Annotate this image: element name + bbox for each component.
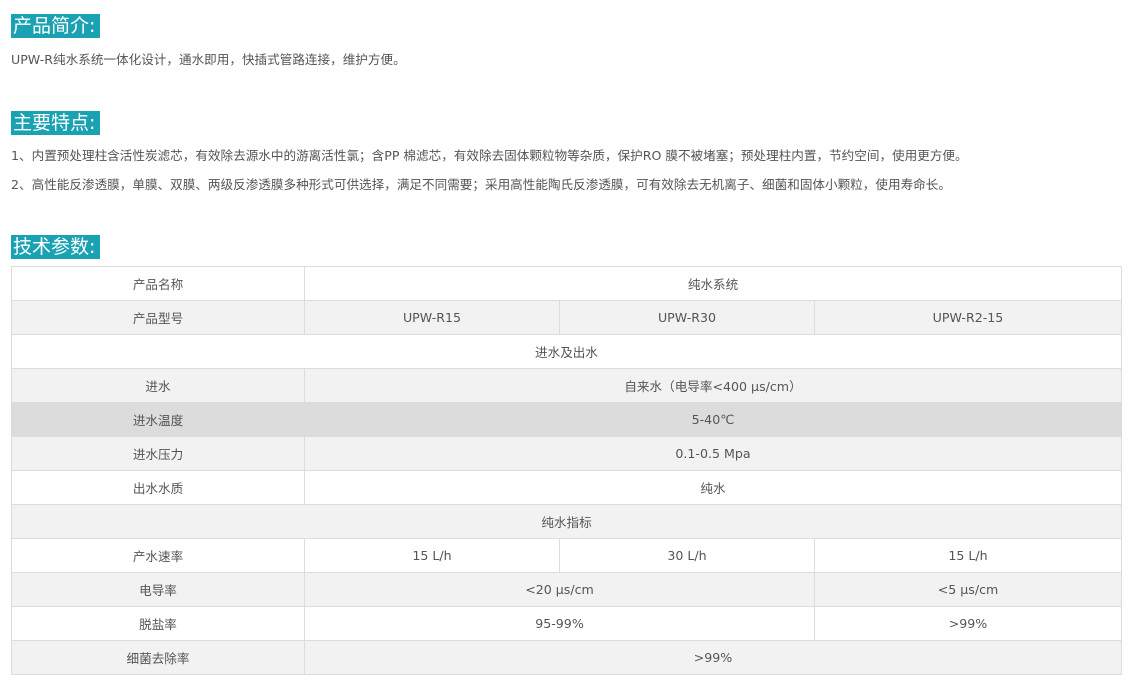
flow-rate-r30: 30 L/h xyxy=(559,538,815,573)
specs-heading: 技术参数: xyxy=(11,235,101,259)
desalination-r2-15: >99% xyxy=(814,606,1122,641)
table-row: 进水压力 0.1-0.5 Mpa xyxy=(11,436,1122,471)
bacteria-label: 细菌去除率 xyxy=(11,640,305,675)
table-row: 进水及出水 xyxy=(11,334,1122,369)
desalination-r15-r30: 95-99% xyxy=(304,606,815,641)
feed-temp-label: 进水温度 xyxy=(11,402,305,437)
table-row: 电导率 <20 μs/cm <5 μs/cm xyxy=(11,572,1122,607)
feed-pressure-value: 0.1-0.5 Mpa xyxy=(304,436,1122,471)
model-r30: UPW-R30 xyxy=(559,300,815,335)
table-row: 产品型号 UPW-R15 UPW-R30 UPW-R2-15 xyxy=(11,300,1122,335)
output-quality-label: 出水水质 xyxy=(11,470,305,505)
flow-rate-label: 产水速率 xyxy=(11,538,305,573)
spec-table: 产品名称 纯水系统 产品型号 UPW-R15 UPW-R30 UPW-R2-15… xyxy=(11,266,1122,675)
output-quality-value: 纯水 xyxy=(304,470,1122,505)
feature-item-2: 2、高性能反渗透膜，单膜、双膜、两级反渗透膜多种形式可供选择，满足不同需要；采用… xyxy=(11,177,951,192)
table-row: 脱盐率 95-99% >99% xyxy=(11,606,1122,641)
product-name-value: 纯水系统 xyxy=(304,266,1122,301)
table-row: 出水水质 纯水 xyxy=(11,470,1122,505)
feed-water-value: 自来水（电导率<400 μs/cm） xyxy=(304,368,1122,403)
features-heading: 主要特点: xyxy=(11,111,101,135)
model-label: 产品型号 xyxy=(11,300,305,335)
desalination-label: 脱盐率 xyxy=(11,606,305,641)
table-row: 细菌去除率 >99% xyxy=(11,640,1122,675)
conductivity-r2-15: <5 μs/cm xyxy=(814,572,1122,607)
table-row: 进水温度 5-40℃ xyxy=(11,402,1122,437)
table-row: 纯水指标 xyxy=(11,504,1122,539)
feed-temp-value: 5-40℃ xyxy=(304,402,1122,437)
intro-heading: 产品简介: xyxy=(11,14,101,38)
feature-item-1: 1、内置预处理柱含活性炭滤芯，有效除去源水中的游离活性氯；含PP 棉滤芯，有效除… xyxy=(11,148,968,163)
feed-water-label: 进水 xyxy=(11,368,305,403)
conductivity-r15-r30: <20 μs/cm xyxy=(304,572,815,607)
conductivity-label: 电导率 xyxy=(11,572,305,607)
flow-rate-r15: 15 L/h xyxy=(304,538,560,573)
table-row: 产水速率 15 L/h 30 L/h 15 L/h xyxy=(11,538,1122,573)
section-inout: 进水及出水 xyxy=(11,334,1122,369)
bacteria-value: >99% xyxy=(304,640,1122,675)
model-r15: UPW-R15 xyxy=(304,300,560,335)
feed-pressure-label: 进水压力 xyxy=(11,436,305,471)
flow-rate-r2-15: 15 L/h xyxy=(814,538,1122,573)
product-name-label: 产品名称 xyxy=(11,266,305,301)
intro-text: UPW-R纯水系统一体化设计，通水即用，快插式管路连接，维护方便。 xyxy=(11,52,406,67)
model-r2-15: UPW-R2-15 xyxy=(814,300,1122,335)
table-row: 产品名称 纯水系统 xyxy=(11,266,1122,301)
section-indicators: 纯水指标 xyxy=(11,504,1122,539)
table-row: 进水 自来水（电导率<400 μs/cm） xyxy=(11,368,1122,403)
